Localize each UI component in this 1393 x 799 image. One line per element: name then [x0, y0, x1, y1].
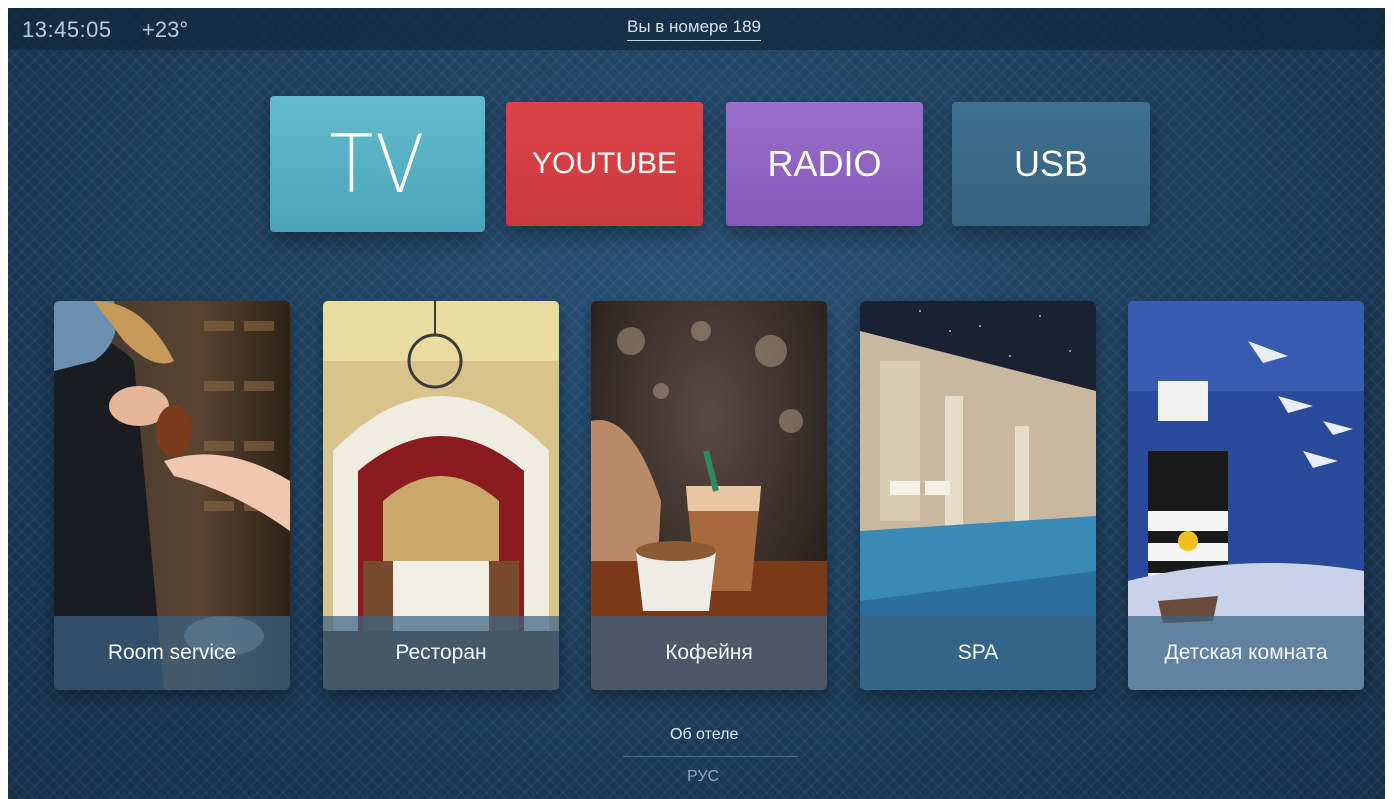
service-card-kids-room[interactable]: Детская комната [1128, 301, 1364, 690]
tv-app-label: TV [329, 117, 426, 211]
service-card-restaurant[interactable]: Ресторан [323, 301, 559, 690]
spa-label: SPA [957, 641, 999, 664]
tv-app-tile[interactable]: TV [270, 96, 485, 232]
service-card-cafe[interactable]: Кофейня [591, 301, 827, 690]
footer-divider [623, 756, 798, 757]
about-hotel-link[interactable]: Об отеле [670, 726, 738, 744]
hotel-tv-home-screen: 13:45:05 +23° Вы в номере 189 TV YOUTUBE… [8, 8, 1385, 799]
room-service-label: Room service [107, 641, 237, 664]
restaurant-label: Ресторан [395, 641, 487, 664]
kids-room-label: Детская комната [1164, 641, 1328, 664]
top-status-bar: 13:45:05 +23° Вы в номере 189 [8, 8, 1385, 50]
spa-caption: SPA [860, 616, 1096, 690]
clock: 13:45:05 [22, 17, 112, 42]
youtube-app-label: YOUTUBE [531, 147, 678, 180]
radio-app-tile[interactable]: RADIO [726, 102, 923, 226]
kids-room-caption: Детская комната [1128, 616, 1364, 690]
language-selector[interactable]: РУС [687, 768, 719, 786]
youtube-app-tile[interactable]: YOUTUBE [506, 102, 703, 226]
room-number-link[interactable]: Вы в номере 189 [627, 17, 762, 41]
radio-app-label: RADIO [767, 143, 882, 184]
usb-app-tile[interactable]: USB [952, 102, 1150, 226]
usb-app-label: USB [1013, 143, 1089, 184]
temperature: +23° [142, 17, 189, 42]
service-card-spa[interactable]: SPA [860, 301, 1096, 690]
restaurant-caption: Ресторан [323, 616, 559, 690]
cafe-caption: Кофейня [591, 616, 827, 690]
room-service-caption: Room service [54, 616, 290, 690]
service-card-room-service[interactable]: Room service [54, 301, 290, 690]
cafe-label: Кофейня [665, 641, 753, 664]
